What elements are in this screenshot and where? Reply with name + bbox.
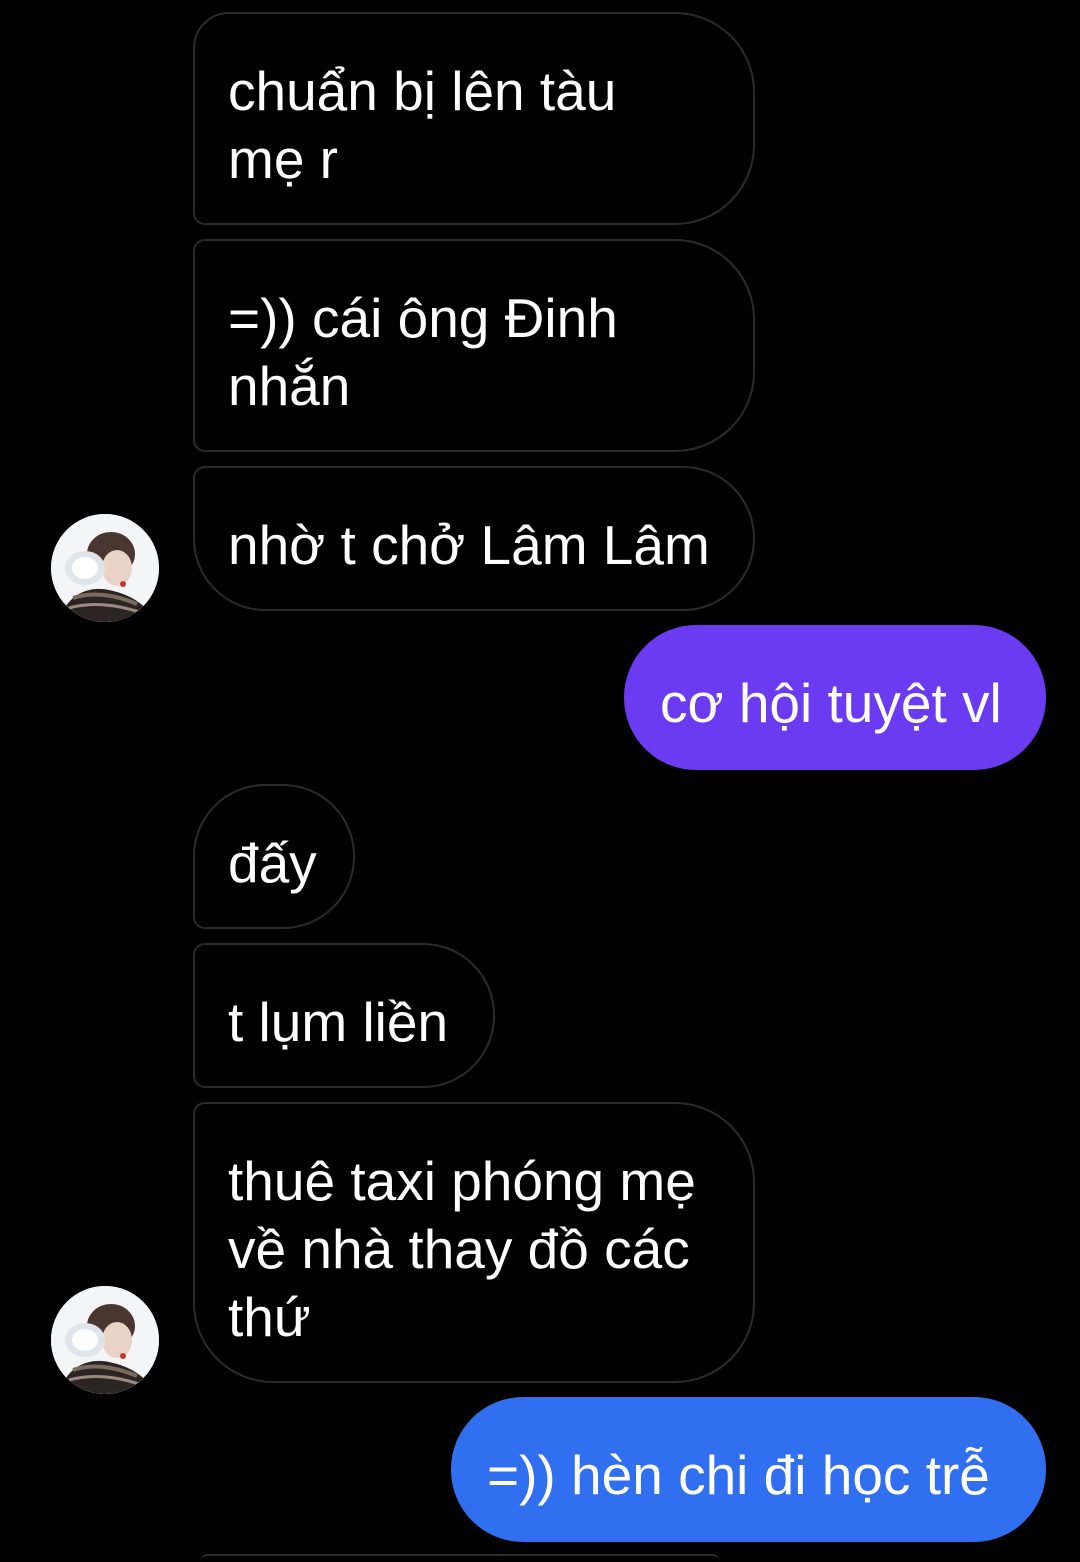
message-text-line: về nhà thay đồ các xyxy=(228,1218,690,1280)
incoming-message[interactable]: =)) cái ông Đinh nhắn xyxy=(193,239,755,452)
chat-thread: { "chat": { "messages": [ { "sender": "o… xyxy=(0,0,1080,1560)
message-text-line: cơ hội tuyệt vl xyxy=(660,672,1002,734)
next-message-edge xyxy=(200,1554,720,1562)
incoming-message[interactable]: nhờ t chở Lâm Lâm xyxy=(193,466,755,611)
message-text-line: thuê taxi phóng mẹ xyxy=(228,1150,696,1212)
incoming-message[interactable]: đấy xyxy=(193,784,355,929)
incoming-message[interactable]: chuẩn bị lên tàu mẹ r xyxy=(193,12,755,225)
contact-avatar[interactable] xyxy=(51,1286,159,1394)
outgoing-message[interactable]: =)) hèn chi đi học trễ xyxy=(451,1397,1046,1542)
message-text-line: =)) hèn chi đi học trễ xyxy=(487,1444,990,1506)
message-text-line: t lụm liền xyxy=(228,991,449,1053)
contact-avatar-photo-icon xyxy=(51,514,159,622)
message-text-line: nhờ t chở Lâm Lâm xyxy=(228,514,710,576)
message-text-line: chuẩn bị lên tàu xyxy=(228,60,617,122)
contact-avatar[interactable] xyxy=(51,514,159,622)
contact-avatar-photo-icon xyxy=(51,1286,159,1394)
message-text-line: mẹ r xyxy=(228,128,338,190)
outgoing-message[interactable]: cơ hội tuyệt vl xyxy=(624,625,1046,770)
message-text-line: đấy xyxy=(228,832,317,894)
message-text-line: thứ xyxy=(228,1286,311,1348)
incoming-message[interactable]: t lụm liền xyxy=(193,943,495,1088)
incoming-message[interactable]: thuê taxi phóng mẹ về nhà thay đồ các th… xyxy=(193,1102,755,1383)
message-text-line: nhắn xyxy=(228,355,351,417)
message-text-line: =)) cái ông Đinh xyxy=(228,287,618,349)
